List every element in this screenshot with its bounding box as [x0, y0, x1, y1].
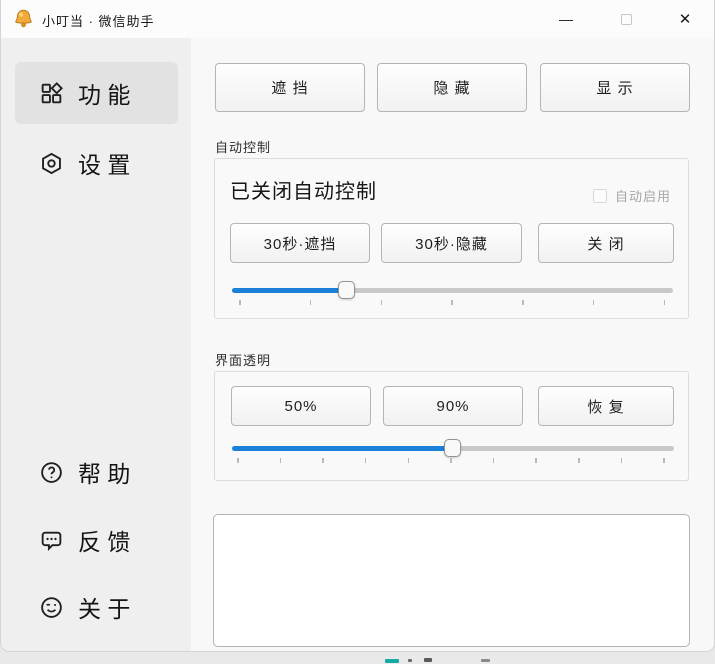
log-output-box[interactable]	[213, 514, 690, 647]
sidebar: 功 能 设 置 帮 助 反 馈	[1, 38, 191, 652]
slider-thumb[interactable]	[338, 281, 355, 299]
block-button[interactable]: 遮 挡	[215, 63, 365, 112]
close-icon: ✕	[679, 10, 692, 28]
app-bell-icon	[13, 8, 34, 29]
opacity-50-button[interactable]: 50%	[231, 386, 371, 426]
sidebar-item-help[interactable]: 帮 助	[15, 441, 178, 503]
slider-thumb[interactable]	[444, 439, 461, 457]
slider-ticks	[239, 300, 665, 306]
main-content: 遮 挡 隐 藏 显 示 自动控制 已关闭自动控制 自动启用 30秒·遮挡 30秒…	[191, 38, 715, 652]
feedback-icon	[39, 528, 64, 553]
slider-fill	[232, 446, 453, 451]
sidebar-item-about[interactable]: 关 于	[15, 576, 178, 638]
auto-close-button[interactable]: 关 闭	[538, 223, 674, 263]
taskbar-peek-icon	[424, 658, 432, 662]
minimize-icon: —	[559, 11, 573, 27]
opacity-90-button[interactable]: 90%	[383, 386, 523, 426]
sidebar-item-label: 关 于	[78, 590, 130, 624]
minimize-button[interactable]: —	[543, 0, 589, 38]
transparency-slider[interactable]	[232, 439, 674, 459]
sidebar-item-label: 反 馈	[78, 523, 130, 557]
help-icon	[39, 460, 64, 485]
title-bar: 小叮当 · 微信助手 — ✕	[1, 0, 714, 38]
app-window: 小叮当 · 微信助手 — ✕ 功 能 设 置	[0, 0, 715, 652]
auto-enable-checkbox[interactable]	[593, 189, 607, 203]
sidebar-item-functions[interactable]: 功 能	[15, 62, 178, 124]
maximize-button[interactable]	[603, 0, 649, 38]
desktop-sliver	[0, 652, 715, 664]
sidebar-item-label: 设 置	[78, 146, 130, 180]
auto-enable-row[interactable]: 自动启用	[593, 186, 671, 205]
auto-enable-label: 自动启用	[615, 186, 671, 205]
slider-fill	[232, 288, 347, 293]
sidebar-item-label: 帮 助	[78, 455, 130, 489]
hide-30s-button[interactable]: 30秒·隐藏	[381, 223, 522, 263]
maximize-icon	[621, 14, 632, 25]
sidebar-item-settings[interactable]: 设 置	[15, 132, 178, 194]
opacity-restore-button[interactable]: 恢 复	[538, 386, 674, 426]
about-icon	[39, 595, 64, 620]
sidebar-item-label: 功 能	[78, 76, 130, 110]
transparency-section-label: 界面透明	[215, 350, 271, 369]
auto-control-section-label: 自动控制	[215, 137, 271, 156]
taskbar-peek-icon	[385, 659, 399, 663]
taskbar-peek-icon	[481, 659, 490, 662]
grid-icon	[39, 81, 64, 106]
close-button[interactable]: ✕	[662, 0, 708, 38]
auto-control-panel: 已关闭自动控制 自动启用 30秒·遮挡 30秒·隐藏 关 闭	[214, 158, 689, 319]
settings-icon	[39, 151, 64, 176]
block-30s-button[interactable]: 30秒·遮挡	[230, 223, 370, 263]
auto-control-status: 已关闭自动控制	[230, 175, 377, 204]
taskbar-peek-icon	[408, 659, 412, 662]
slider-ticks	[237, 458, 665, 464]
transparency-panel: 50% 90% 恢 复	[214, 371, 689, 481]
show-button[interactable]: 显 示	[540, 63, 690, 112]
window-title: 小叮当 · 微信助手	[42, 11, 155, 30]
auto-control-slider[interactable]	[232, 281, 673, 301]
sidebar-item-feedback[interactable]: 反 馈	[15, 509, 178, 571]
hide-button[interactable]: 隐 藏	[377, 63, 527, 112]
